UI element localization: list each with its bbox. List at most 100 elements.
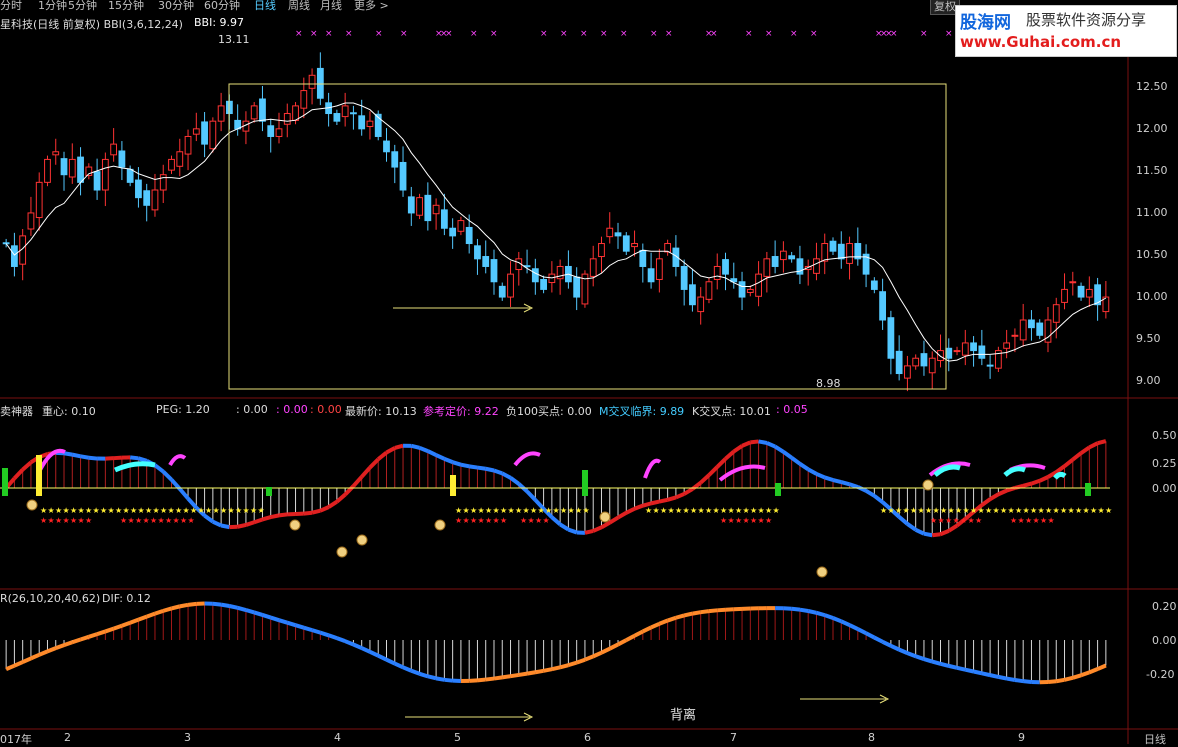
indicator-line-segment	[205, 516, 213, 522]
macd-dif-segment	[858, 629, 866, 633]
indicator-line-segment	[64, 453, 72, 454]
yellow-star: ★	[243, 506, 250, 515]
signal-x-marker: ×	[295, 29, 303, 39]
candle-body	[408, 197, 414, 213]
candle-body	[119, 151, 125, 167]
period-tab-intraday[interactable]: 分时	[0, 0, 22, 13]
signal-x-marker: ×	[375, 29, 383, 39]
signal-block	[582, 470, 588, 496]
indicator-line-segment	[271, 515, 279, 517]
candle-body	[450, 228, 456, 236]
indicator-line-segment	[527, 491, 535, 500]
candle-body	[690, 285, 696, 305]
candle-body	[764, 259, 770, 277]
indicator-line-segment	[72, 455, 80, 457]
period-tab-month[interactable]: 月线	[320, 0, 342, 13]
macd-dif-segment	[296, 625, 304, 627]
indicator-line-segment	[502, 473, 510, 477]
red-star: ★	[735, 516, 742, 525]
signal-x-marker: ×	[620, 29, 628, 39]
red-star: ★	[728, 516, 735, 525]
macd-dif-segment	[519, 674, 527, 675]
candle-body	[466, 227, 472, 243]
indicator-line-segment	[155, 465, 163, 471]
yellow-star: ★	[70, 506, 77, 515]
macd-dif-segment	[1048, 681, 1056, 682]
macd-dif-segment	[312, 630, 320, 633]
candle-body	[218, 106, 224, 121]
indicator-line-segment	[1023, 484, 1031, 486]
candle-body	[127, 169, 133, 182]
yellow-star: ★	[1098, 506, 1105, 515]
macd-dif-segment	[221, 605, 229, 606]
signal-x-marker: ×	[920, 29, 928, 39]
period-tab-30min[interactable]: 30分钟	[158, 0, 194, 13]
candle-body	[102, 159, 108, 190]
macd-dif-segment	[428, 676, 436, 678]
candle-body	[193, 129, 199, 134]
site-watermark: 股海网 股票软件资源分享 www.Guhai.com.cn	[955, 5, 1177, 57]
indicator-line-segment	[734, 446, 742, 452]
yellow-star: ★	[713, 506, 720, 515]
candle-body	[888, 318, 894, 359]
yellow-star: ★	[168, 506, 175, 515]
indicator-line-segment	[172, 480, 180, 489]
signal-x-marker: ×	[310, 29, 318, 39]
yellow-star: ★	[1023, 506, 1030, 515]
candle-body	[202, 122, 208, 144]
macd-dif-segment	[502, 676, 510, 677]
macd-dif-segment	[692, 612, 700, 613]
indicator-v3: : 0.00	[310, 403, 342, 416]
period-tab-60min[interactable]: 60分钟	[204, 0, 240, 13]
site-slogan: 股票软件资源分享	[1026, 9, 1146, 30]
period-tab-week[interactable]: 周线	[288, 0, 310, 13]
candle-body	[359, 116, 365, 129]
yellow-star: ★	[993, 506, 1000, 515]
macd-dif-segment	[130, 620, 138, 623]
yellow-star: ★	[1038, 506, 1045, 515]
indicator-line-segment	[833, 480, 841, 482]
candle-body	[1078, 286, 1084, 297]
indicator-line-segment	[924, 534, 932, 536]
period-tab-day[interactable]: 日线	[254, 0, 276, 13]
macd-dif-segment	[370, 652, 378, 656]
money-bag-icon	[435, 520, 445, 530]
signal-x-marker: ×	[710, 29, 718, 39]
macd-dif-segment	[362, 648, 370, 652]
period-tab-5min[interactable]: 5分钟	[68, 0, 97, 13]
yellow-star: ★	[553, 506, 560, 515]
indicator-line-segment	[742, 442, 750, 445]
red-star: ★	[485, 516, 492, 525]
macd-dif-segment	[800, 610, 808, 611]
indicator-line-segment	[362, 468, 370, 477]
candle-body	[532, 269, 538, 282]
chart-canvas[interactable]: ×××××××××××××××××××××××××××××× ★★★★★★★★★…	[0, 0, 1178, 744]
indicator-line-segment	[783, 452, 791, 458]
yellow-star: ★	[48, 506, 55, 515]
candle-body	[814, 259, 820, 274]
macd-dif: DIF: 0.12	[102, 592, 151, 605]
indicator-line-segment	[511, 478, 519, 484]
red-star: ★	[188, 516, 195, 525]
yellow-star: ★	[653, 506, 660, 515]
yellow-star: ★	[758, 506, 765, 515]
indicator-line-segment	[428, 451, 436, 455]
candle-body	[78, 157, 84, 182]
yellow-star: ★	[160, 506, 167, 515]
indicator-v4: : 0.05	[776, 403, 808, 416]
yellow-star: ★	[978, 506, 985, 515]
signal-x-marker: ×	[580, 29, 588, 39]
period-tab-more[interactable]: 更多 >	[354, 0, 389, 13]
yellow-star: ★	[1053, 506, 1060, 515]
indicator-line-segment	[808, 469, 816, 474]
signal-x-marker: ×	[470, 29, 478, 39]
indicator-line-segment	[982, 499, 990, 505]
indicator-line-segment	[395, 446, 403, 448]
period-tab-1min[interactable]: 1分钟	[38, 0, 67, 13]
red-star: ★	[975, 516, 982, 525]
indicator-line-segment	[469, 466, 477, 467]
candle-body	[169, 159, 175, 170]
yellow-star: ★	[933, 506, 940, 515]
signal-x-marker: ×	[665, 29, 673, 39]
period-tab-15min[interactable]: 15分钟	[108, 0, 144, 13]
